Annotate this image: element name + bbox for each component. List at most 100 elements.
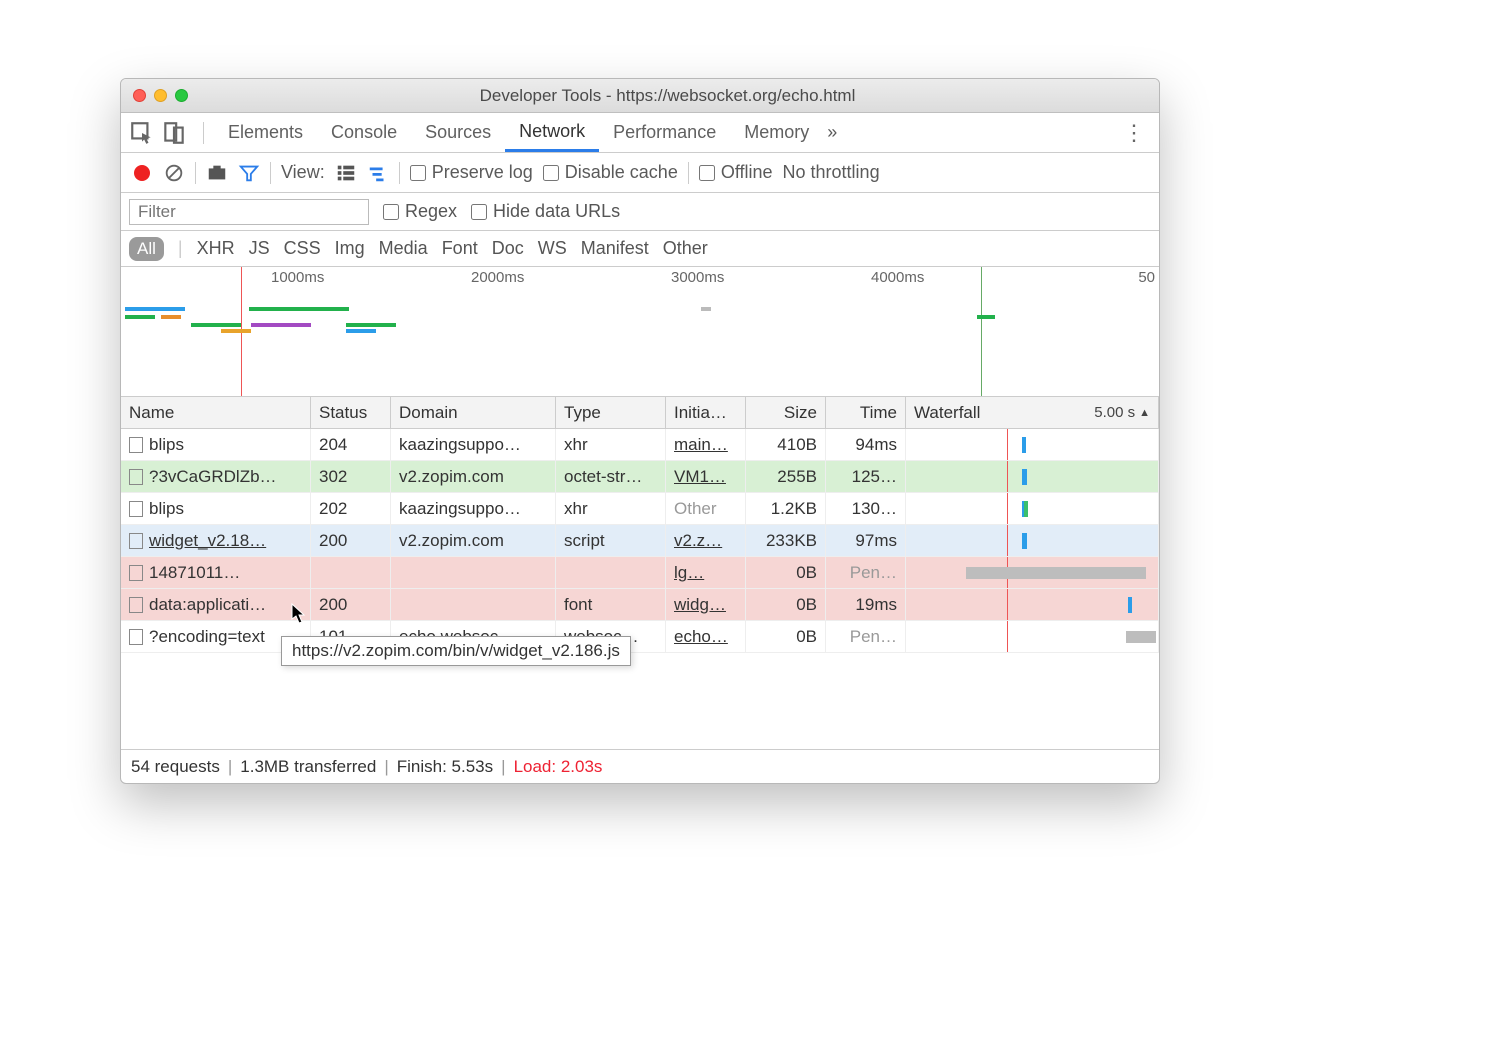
tab-sources[interactable]: Sources [411,113,505,152]
timeline-overview[interactable]: 1000ms 2000ms 3000ms 4000ms 50 [121,267,1159,397]
cell-size: 0B [746,621,826,652]
file-icon [129,597,143,613]
col-initiator[interactable]: Initia… [666,397,746,428]
more-tabs-icon[interactable]: » [827,122,837,143]
cell-name[interactable]: blips [121,429,311,460]
cell-name[interactable]: data:applicati… [121,589,311,620]
offline-checkbox[interactable]: Offline [699,162,773,183]
cell-status: 200 [311,525,391,556]
col-type[interactable]: Type [556,397,666,428]
cell-initiator[interactable]: echo… [666,621,746,652]
device-toolbar-icon[interactable] [161,120,187,146]
table-row[interactable]: blips202kaazingsuppo…xhrOther1.2KB130… [121,493,1159,525]
cell-domain [391,589,556,620]
preserve-log-checkbox[interactable]: Preserve log [410,162,533,183]
filter-manifest[interactable]: Manifest [581,238,649,259]
filter-bar: Regex Hide data URLs [121,193,1159,231]
cell-type: octet-str… [556,461,666,492]
cell-name[interactable]: widget_v2.18… [121,525,311,556]
cell-waterfall [906,493,1159,524]
kebab-menu-icon[interactable]: ⋮ [1123,120,1145,146]
filter-xhr[interactable]: XHR [197,238,235,259]
disable-cache-checkbox[interactable]: Disable cache [543,162,678,183]
record-button[interactable] [131,162,153,184]
tick-label: 1000ms [271,269,324,286]
cell-initiator[interactable]: main… [666,429,746,460]
filter-other[interactable]: Other [663,238,708,259]
separator: | [178,238,183,259]
cell-initiator[interactable]: lg… [666,557,746,588]
hide-data-urls-checkbox[interactable]: Hide data URLs [471,201,620,222]
filter-ws[interactable]: WS [538,238,567,259]
cell-name[interactable]: blips [121,493,311,524]
cell-time: Pen… [826,557,906,588]
timeline-bar [125,307,185,311]
regex-label: Regex [405,201,457,222]
throttling-select[interactable]: No throttling [783,162,880,183]
col-name[interactable]: Name [121,397,311,428]
file-icon [129,501,143,517]
col-size[interactable]: Size [746,397,826,428]
capture-screenshot-icon[interactable] [206,162,228,184]
file-icon [129,565,143,581]
filter-doc[interactable]: Doc [492,238,524,259]
view-label: View: [281,162,325,183]
col-time[interactable]: Time [826,397,906,428]
sort-arrow-icon: ▲ [1139,407,1150,419]
filter-all[interactable]: All [129,237,164,261]
cell-name[interactable]: 14871011… [121,557,311,588]
cell-size: 1.2KB [746,493,826,524]
clear-icon[interactable] [163,162,185,184]
filter-img[interactable]: Img [335,238,365,259]
filter-input[interactable] [129,199,369,225]
tab-performance[interactable]: Performance [599,113,730,152]
hide-data-urls-label: Hide data URLs [493,201,620,222]
cell-initiator[interactable]: v2.z… [666,525,746,556]
table-row[interactable]: ?encoding=text101echo.websoc…websoc…echo… [121,621,1159,653]
cell-waterfall [906,461,1159,492]
cell-initiator[interactable]: widg… [666,589,746,620]
type-filter-bar: All | XHR JS CSS Img Media Font Doc WS M… [121,231,1159,267]
timeline-bar [221,329,251,333]
table-row[interactable]: 14871011…lg…0BPen… [121,557,1159,589]
col-domain[interactable]: Domain [391,397,556,428]
tab-network[interactable]: Network [505,113,599,152]
filter-icon[interactable] [238,162,260,184]
cell-time: 97ms [826,525,906,556]
inspect-element-icon[interactable] [129,120,155,146]
maximize-window-button[interactable] [175,89,188,102]
cell-domain: kaazingsuppo… [391,493,556,524]
filter-media[interactable]: Media [379,238,428,259]
tab-memory[interactable]: Memory [730,113,823,152]
close-window-button[interactable] [133,89,146,102]
preserve-log-label: Preserve log [432,162,533,183]
tab-elements[interactable]: Elements [214,113,317,152]
file-icon [129,437,143,453]
cell-time: 94ms [826,429,906,460]
cell-time: 19ms [826,589,906,620]
cursor-icon [291,603,307,625]
filter-css[interactable]: CSS [284,238,321,259]
table-row[interactable]: blips204kaazingsuppo…xhrmain…410B94ms [121,429,1159,461]
cell-time: Pen… [826,621,906,652]
filter-js[interactable]: JS [249,238,270,259]
col-waterfall[interactable]: Waterfall 5.00 s ▲ [906,397,1159,428]
col-status[interactable]: Status [311,397,391,428]
table-row[interactable]: widget_v2.18…200v2.zopim.comscriptv2.z…2… [121,525,1159,557]
cell-name[interactable]: ?3vCaGRDlZb… [121,461,311,492]
overview-icon[interactable] [367,162,389,184]
minimize-window-button[interactable] [154,89,167,102]
large-rows-icon[interactable] [335,162,357,184]
cell-time: 125… [826,461,906,492]
filter-font[interactable]: Font [442,238,478,259]
table-row[interactable]: data:applicati…200fontwidg…0B19ms [121,589,1159,621]
cell-waterfall [906,557,1159,588]
cell-waterfall [906,589,1159,620]
tab-console[interactable]: Console [317,113,411,152]
cell-initiator[interactable]: VM1… [666,461,746,492]
regex-checkbox[interactable]: Regex [383,201,457,222]
cell-domain: kaazingsuppo… [391,429,556,460]
table-row[interactable]: ?3vCaGRDlZb…302v2.zopim.comoctet-str…VM1… [121,461,1159,493]
file-icon [129,469,143,485]
cell-status [311,557,391,588]
